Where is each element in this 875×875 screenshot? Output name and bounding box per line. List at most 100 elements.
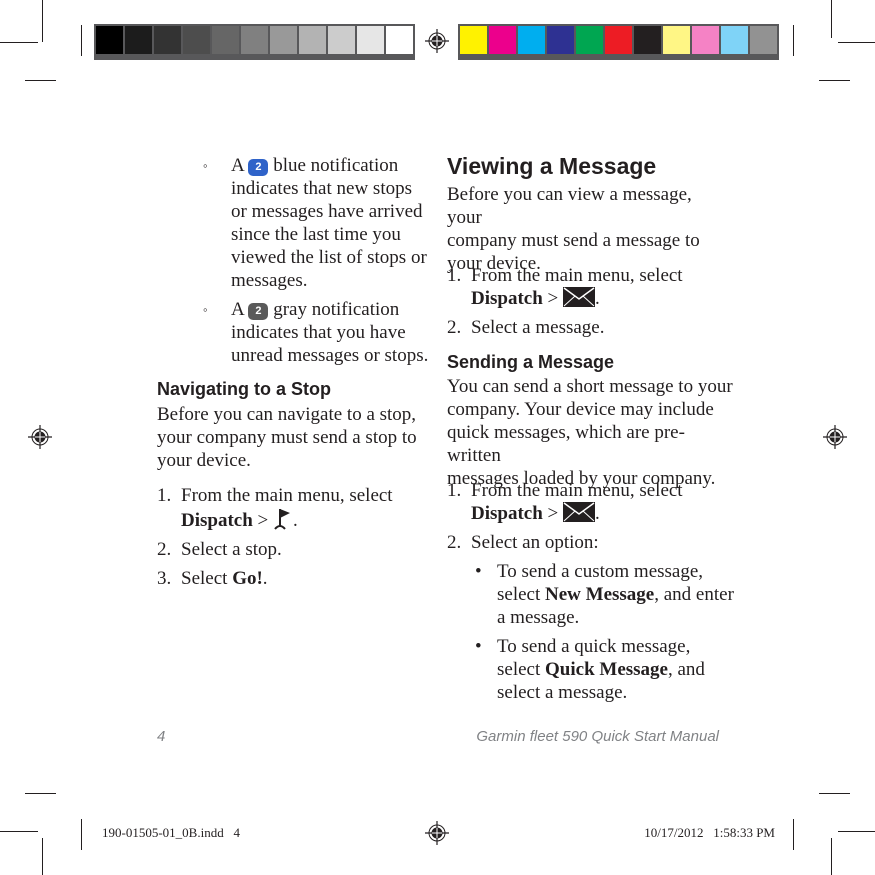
grayscale-color-bar	[94, 24, 415, 60]
text: From the main menu, select	[471, 265, 683, 286]
option-quick-message: • To send a quick message, select Quick …	[447, 635, 737, 704]
crop-mark	[25, 80, 56, 81]
text: company must send a message to	[447, 230, 700, 251]
step-number: 2.	[447, 317, 462, 338]
text: To send a quick message,	[497, 636, 691, 657]
color-swatch	[125, 26, 152, 54]
text: .	[262, 568, 268, 589]
crop-mark	[819, 80, 850, 81]
gray-notification-badge-icon: 2	[248, 303, 269, 320]
crop-mark	[838, 831, 875, 832]
crop-mark	[81, 819, 82, 850]
sending-intro: You can send a short message to your com…	[447, 375, 737, 490]
text: your company must send a stop to	[157, 427, 417, 448]
separator: >	[542, 503, 564, 524]
color-swatch	[663, 26, 690, 54]
viewing-intro: Before you can view a message, your comp…	[447, 183, 727, 275]
color-swatch	[96, 26, 123, 54]
text: select a message.	[497, 682, 628, 703]
step-1: 1. From the main menu, select Dispatch >…	[157, 484, 427, 532]
step-number: 1.	[447, 480, 462, 501]
dispatch-menu-label: Dispatch	[181, 510, 253, 531]
crop-mark	[0, 831, 38, 832]
viewing-steps: 1. From the main menu, select Dispatch >…	[447, 264, 727, 339]
notification-list: ◦ A 2 blue notification indicates that n…	[203, 154, 433, 367]
registration-mark-icon	[823, 425, 847, 449]
text: Select a message.	[471, 317, 605, 338]
option-new-message: • To send a custom message, select New M…	[447, 560, 737, 629]
step-3: 3. Select Go!.	[157, 567, 427, 590]
step-number: 1.	[157, 485, 172, 506]
section-heading-sending: Sending a Message	[447, 352, 615, 372]
step-1: 1. From the main menu, select Dispatch >…	[447, 264, 727, 310]
crop-mark	[0, 42, 38, 43]
navigating-intro: Before you can navigate to a stop, your …	[157, 403, 427, 472]
registration-mark-icon	[425, 821, 449, 845]
color-swatch	[270, 26, 297, 54]
color-swatch	[183, 26, 210, 54]
text: indicates that you have	[231, 322, 406, 343]
go-button-label: Go!	[232, 568, 263, 589]
process-color-bar	[458, 24, 779, 60]
color-swatch	[328, 26, 355, 54]
text: unread messages or stops.	[231, 345, 429, 366]
crop-mark	[793, 25, 794, 56]
registration-mark-icon	[28, 425, 52, 449]
crop-mark	[81, 25, 82, 56]
color-swatch	[357, 26, 384, 54]
crop-mark	[838, 42, 875, 43]
text: messages.	[231, 270, 308, 291]
text: .	[293, 510, 298, 531]
envelope-icon	[563, 287, 596, 307]
bullet: •	[475, 561, 482, 582]
separator: >	[542, 288, 564, 309]
text: You can send a short message to your	[447, 376, 733, 397]
crop-mark	[831, 0, 832, 38]
bullet: ◦	[203, 158, 208, 173]
step-2: 2. Select an option:	[447, 531, 737, 554]
registration-mark-icon	[425, 29, 449, 53]
section-heading-viewing: Viewing a Message	[447, 153, 657, 179]
step-number: 2.	[447, 532, 462, 553]
crop-mark	[831, 838, 832, 875]
color-swatch	[460, 26, 487, 54]
color-swatch	[692, 26, 719, 54]
color-swatch	[605, 26, 632, 54]
text: Select	[181, 568, 233, 589]
quick-message-label: Quick Message	[545, 659, 668, 680]
text: select	[497, 659, 546, 680]
text: A	[231, 155, 244, 176]
crop-mark	[25, 793, 56, 794]
text: a message.	[497, 607, 580, 628]
bullet: ◦	[203, 302, 208, 317]
text: , and	[667, 659, 705, 680]
text: Before you can view a message, your	[447, 184, 692, 228]
text: quick messages, which are pre-written	[447, 422, 685, 466]
envelope-icon	[563, 502, 596, 522]
color-swatch	[241, 26, 268, 54]
text: or messages have arrived	[231, 201, 423, 222]
dispatch-menu-label: Dispatch	[471, 503, 543, 524]
text: .	[595, 288, 600, 309]
text: gray notification	[273, 299, 400, 320]
color-swatch	[518, 26, 545, 54]
separator: >	[252, 510, 274, 531]
text: Select a stop.	[181, 539, 282, 560]
text: viewed the list of stops or	[231, 247, 427, 268]
text: since the last time you	[231, 224, 401, 245]
step-number: 1.	[447, 265, 462, 286]
color-swatch	[634, 26, 661, 54]
text: indicates that new stops	[231, 178, 412, 199]
color-swatch	[489, 26, 516, 54]
text: company. Your device may include	[447, 399, 714, 420]
text: Select an option:	[471, 532, 599, 553]
step-1: 1. From the main menu, select Dispatch >…	[447, 479, 737, 525]
text: , and enter	[654, 584, 734, 605]
text: A	[231, 299, 244, 320]
step-number: 3.	[157, 568, 172, 589]
color-swatch	[154, 26, 181, 54]
crop-mark	[819, 793, 850, 794]
text: .	[595, 503, 600, 524]
page-number: 4	[157, 728, 166, 745]
text: From the main menu, select	[471, 480, 683, 501]
